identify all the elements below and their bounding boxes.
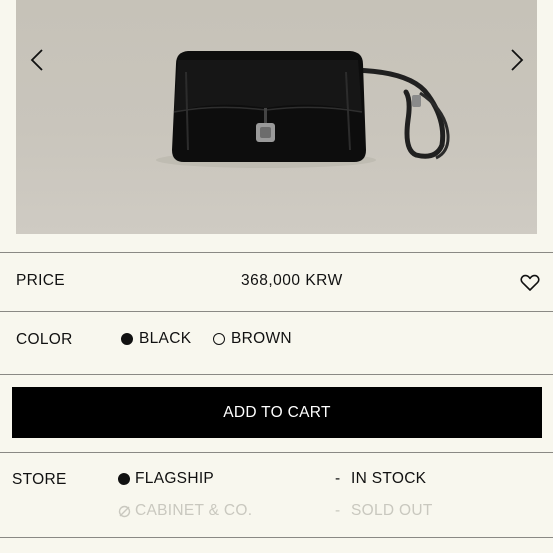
- store-label: STORE: [12, 471, 67, 488]
- gallery-prev-button[interactable]: [22, 44, 52, 76]
- wishlist-button[interactable]: [520, 274, 540, 292]
- stock-status: SOLD OUT: [351, 502, 433, 519]
- store-separator: -: [335, 502, 341, 519]
- store-separator: -: [335, 470, 341, 487]
- stock-status: IN STOCK: [351, 470, 427, 487]
- bag-illustration: [156, 51, 450, 168]
- color-option-black[interactable]: BLACK: [121, 330, 191, 348]
- store-option-cabinet: CABINET & CO.: [118, 502, 252, 520]
- color-option-brown[interactable]: BROWN: [213, 330, 292, 348]
- product-gallery: [0, 0, 553, 250]
- radio-selected-icon: [118, 473, 130, 485]
- price-row: PRICE 368,000 KRW: [0, 253, 553, 310]
- color-label: COLOR: [16, 331, 73, 348]
- radio-selected-icon: [121, 333, 133, 345]
- gallery-next-button[interactable]: [502, 44, 532, 76]
- store-name: FLAGSHIP: [135, 470, 215, 487]
- add-to-cart-button[interactable]: ADD TO CART: [12, 387, 542, 438]
- price-label: PRICE: [16, 272, 65, 289]
- color-row: COLOR BLACK BROWN: [0, 312, 553, 374]
- product-description-cutoff: [16, 545, 537, 553]
- store-name: CABINET & CO.: [135, 502, 253, 519]
- heart-icon: [520, 274, 540, 291]
- chevron-right-icon: [511, 49, 524, 71]
- chevron-left-icon: [30, 49, 43, 71]
- color-option-label: BLACK: [139, 330, 192, 347]
- divider: [0, 537, 553, 538]
- price-value: 368,000 KRW: [241, 272, 343, 289]
- store-option-flagship[interactable]: FLAGSHIP: [118, 470, 214, 488]
- color-option-label: BROWN: [231, 330, 292, 347]
- radio-unselected-icon: [213, 333, 225, 345]
- product-photo: [16, 0, 537, 234]
- unavailable-icon: [118, 505, 131, 517]
- divider: [0, 374, 553, 375]
- store-availability: STORE FLAGSHIP - IN STOCK CABINET & CO. …: [0, 453, 553, 537]
